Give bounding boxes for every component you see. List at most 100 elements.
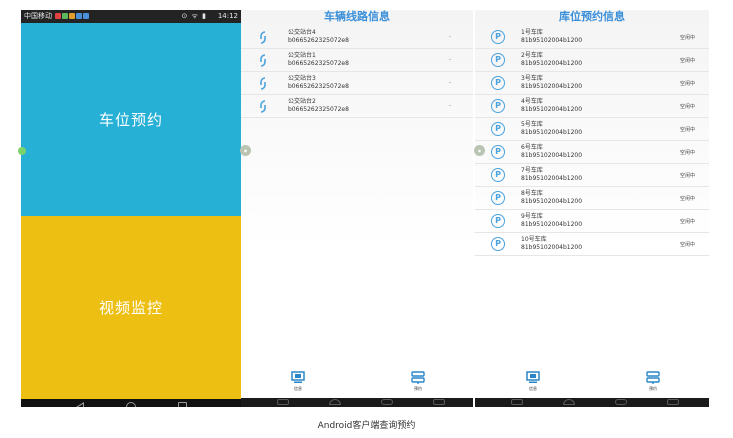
- recent-apps-icon[interactable]: [178, 402, 187, 407]
- list-item[interactable]: P 10号车库 81b95102004b1200 空闲中: [475, 233, 709, 256]
- tab-reserve[interactable]: 预约: [398, 370, 438, 396]
- route-id: b0665262325072e8: [288, 83, 349, 90]
- back-icon[interactable]: [329, 399, 341, 405]
- floating-assist-ball[interactable]: ◉: [240, 145, 251, 156]
- list-item[interactable]: P 7号车库 81b95102004b1200 空闲中: [475, 164, 709, 187]
- parking-reservation-label: 车位预约: [98, 111, 163, 129]
- list-item[interactable]: P 5号车库 81b95102004b1200 空闲中: [475, 118, 709, 141]
- signpost-icon: [646, 371, 660, 384]
- notification-icon: [55, 13, 62, 19]
- list-item[interactable]: P 8号车库 81b95102004b1200 空闲中: [475, 187, 709, 210]
- garage-list: P 1号车库 81b95102004b1200 空闲中 P 2号车库 81b95…: [475, 26, 709, 256]
- status-time: 14:12: [217, 12, 238, 20]
- garage-id: 81b95102004b1200: [521, 221, 583, 228]
- list-item[interactable]: 公交站台4 b0665262325072e8 -: [241, 26, 473, 49]
- tab-reserve-label: 预约: [414, 386, 422, 391]
- garage-status: 空闲中: [679, 58, 695, 64]
- parking-icon: P: [491, 76, 505, 90]
- list-item[interactable]: P 3号车库 81b95102004b1200 空闲中: [475, 72, 709, 95]
- route-icon: [260, 54, 266, 67]
- notification-icon: [76, 13, 83, 19]
- garage-status: 空闲中: [679, 127, 695, 133]
- parking-icon: P: [491, 99, 505, 113]
- list-item[interactable]: P 6号车库 81b95102004b1200 空闲中: [475, 141, 709, 164]
- parking-icon: P: [491, 53, 505, 67]
- recent-apps-icon[interactable]: [667, 399, 679, 405]
- video-monitor-label: 视频监控: [98, 299, 163, 317]
- routes-list: 公交站台4 b0665262325072e8 - 公交站台1 b06652623…: [241, 26, 473, 118]
- route-id: b0665262325072e8: [288, 37, 349, 44]
- list-item[interactable]: P 1号车库 81b95102004b1200 空闲中: [475, 26, 709, 49]
- home-icon[interactable]: [126, 402, 136, 407]
- route-icon: [260, 100, 266, 113]
- list-item[interactable]: P 2号车库 81b95102004b1200 空闲中: [475, 49, 709, 72]
- garage-status: 空闲中: [679, 196, 695, 202]
- monitor-icon: [526, 371, 540, 383]
- garage-name: 5号车库: [521, 121, 543, 128]
- android-nav-bar: [21, 399, 241, 407]
- garage-id: 81b95102004b1200: [521, 244, 583, 251]
- garage-name: 8号车库: [521, 190, 543, 197]
- menu-icon[interactable]: [511, 399, 523, 405]
- monitor-icon: [291, 371, 305, 383]
- android-nav-bar: [241, 398, 473, 407]
- list-item[interactable]: 公交站台3 b0665262325072e8 -: [241, 72, 473, 95]
- tab-info-label: 信息: [529, 386, 537, 391]
- garage-status: 空闲中: [679, 104, 695, 110]
- tab-info[interactable]: 信息: [513, 370, 553, 396]
- garage-status: 空闲中: [679, 35, 695, 41]
- routes-screen: 车辆线路信息 公交站台4 b0665262325072e8 - 公交站台1 b0…: [241, 10, 473, 407]
- screenshot-collage: 中国移动 ⊙ ᯤ ▮ 14:12 车位预约 视频监控 车辆线路信息 公交站台4 …: [0, 0, 733, 438]
- routes-bottom-tabs: 信息 预约: [241, 370, 473, 396]
- figure-caption: Android客户端查询预约: [317, 421, 416, 431]
- route-value: -: [448, 102, 451, 109]
- garage-id: 81b95102004b1200: [521, 198, 583, 205]
- parking-icon: P: [491, 145, 505, 159]
- route-icon: [260, 77, 266, 90]
- garage-id: 81b95102004b1200: [521, 60, 583, 67]
- list-item[interactable]: P 4号车库 81b95102004b1200 空闲中: [475, 95, 709, 118]
- floating-assist-ball[interactable]: [18, 147, 26, 155]
- garage-name: 9号车库: [521, 213, 543, 220]
- route-id: b0665262325072e8: [288, 60, 349, 67]
- parking-icon: P: [491, 122, 505, 136]
- floating-assist-ball[interactable]: ◉: [474, 145, 485, 156]
- back-icon[interactable]: [76, 402, 84, 407]
- garage-id: 81b95102004b1200: [521, 37, 583, 44]
- notification-icon: [83, 13, 90, 19]
- tab-reserve-label: 预约: [649, 386, 657, 391]
- parking-icon: P: [491, 237, 505, 251]
- video-monitor-tile[interactable]: 视频监控: [21, 216, 241, 399]
- notification-icon: [69, 13, 76, 19]
- route-value: -: [448, 79, 451, 86]
- recent-apps-icon[interactable]: [433, 399, 445, 405]
- home-icon[interactable]: [381, 399, 393, 405]
- garage-name: 7号车库: [521, 167, 543, 174]
- back-icon[interactable]: [563, 399, 575, 405]
- menu-icon[interactable]: [277, 399, 289, 405]
- home-screen: 中国移动 ⊙ ᯤ ▮ 14:12 车位预约 视频监控: [21, 10, 241, 407]
- parking-icon: P: [491, 214, 505, 228]
- garage-status: 空闲中: [679, 242, 695, 248]
- route-icon: [260, 31, 266, 44]
- garage-name: 3号车库: [521, 75, 543, 82]
- route-value: -: [448, 33, 451, 40]
- list-item[interactable]: 公交站台2 b0665262325072e8 -: [241, 95, 473, 118]
- garage-status: 空闲中: [679, 219, 695, 225]
- tab-reserve[interactable]: 预约: [633, 370, 673, 396]
- parking-reservation-tile[interactable]: 车位预约: [21, 23, 241, 216]
- list-item[interactable]: P 9号车库 81b95102004b1200 空闲中: [475, 210, 709, 233]
- garage-name: 2号车库: [521, 52, 543, 59]
- route-value: -: [448, 56, 451, 63]
- parking-icon: P: [491, 30, 505, 44]
- garage-status: 空闲中: [679, 81, 695, 87]
- android-nav-bar: [475, 398, 709, 407]
- tab-info[interactable]: 信息: [278, 370, 318, 396]
- garage-id: 81b95102004b1200: [521, 175, 583, 182]
- home-icon[interactable]: [615, 399, 627, 405]
- list-item[interactable]: 公交站台1 b0665262325072e8 -: [241, 49, 473, 72]
- garage-status: 空闲中: [679, 150, 695, 156]
- garage-name: 4号车库: [521, 98, 543, 105]
- garage-name: 10号车库: [521, 236, 547, 243]
- route-id: b0665262325072e8: [288, 106, 349, 113]
